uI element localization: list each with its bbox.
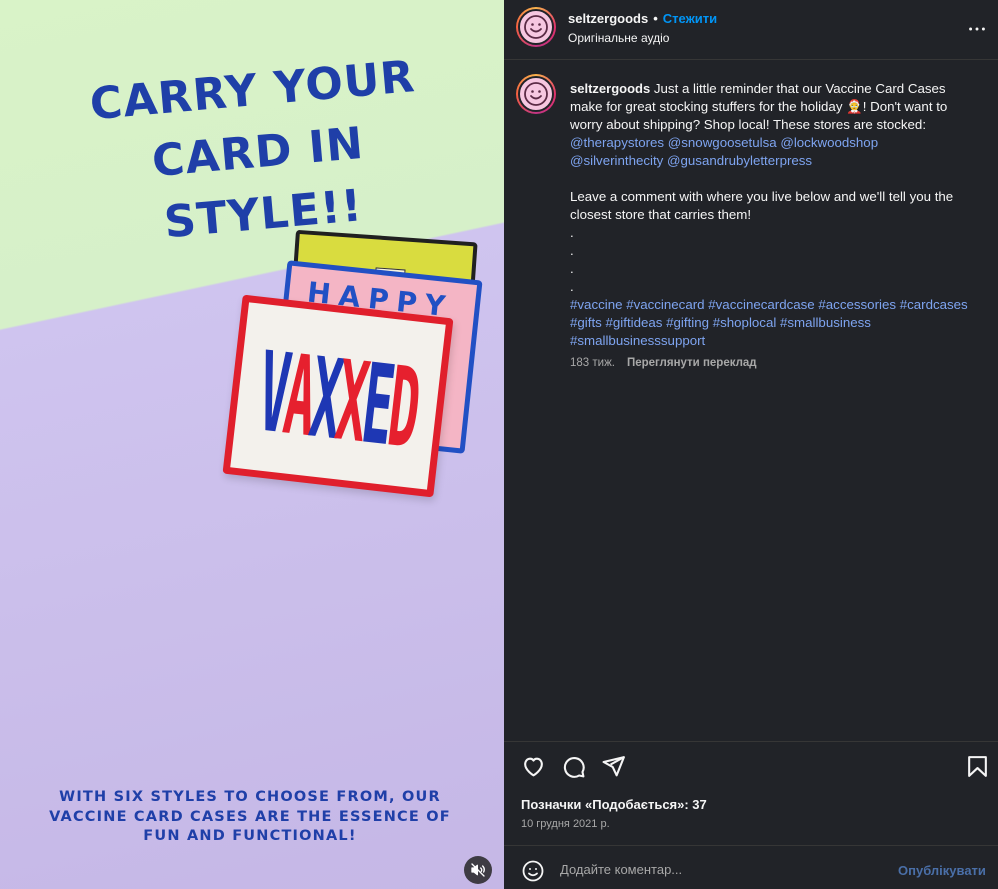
hashtag-link[interactable]: #vaccinecardcase [708, 297, 814, 312]
media-headline: CARRY YOUR CARD IN STYLE!! [87, 51, 418, 249]
header-divider [504, 59, 998, 60]
hashtag-link[interactable]: #cardcases [900, 297, 968, 312]
mention-link[interactable]: @therapystores [570, 135, 664, 150]
smiley-logo-icon [524, 15, 548, 39]
mention-link[interactable]: @snowgoosetulsa [668, 135, 777, 150]
like-button[interactable] [521, 754, 546, 784]
media-footline: WITH SIX STYLES TO CHOOSE FROM, OUR VACC… [49, 789, 451, 844]
share-icon [602, 756, 625, 777]
post-media[interactable]: CARRY YOUR CARD IN STYLE!! VAXXED HAPPY … [0, 0, 504, 889]
hashtag-link[interactable]: #vaccinecard [626, 297, 704, 312]
hashtag-link[interactable]: #smallbusinesssupport [570, 333, 705, 348]
caption-meta: 183 тиж. Переглянути переклад [570, 357, 757, 369]
emoji-icon [522, 860, 544, 882]
bookmark-icon [968, 756, 987, 777]
mention-link[interactable]: @gusandrubyletterpress [667, 153, 812, 168]
caption-text: Leave a comment with where you live belo… [570, 189, 954, 222]
card-vaxxed-word: VAXXED [232, 326, 443, 475]
comment-icon [563, 757, 585, 778]
publish-button[interactable]: Опублікувати [898, 863, 986, 878]
hashtag-link[interactable]: #shoplocal [713, 315, 777, 330]
separator-dot: • [653, 11, 658, 26]
hashtag-link[interactable]: #smallbusiness [780, 315, 871, 330]
hashtag-link[interactable]: #giftideas [606, 315, 663, 330]
actions-divider [504, 741, 998, 742]
caption-username[interactable]: seltzergoods [570, 81, 650, 96]
more-options-button[interactable] [966, 18, 988, 45]
comment-bar: Опублікувати [504, 846, 998, 889]
card-case-vaxxed: VAXXED [222, 294, 454, 498]
mention-link[interactable]: @lockwoodshop [780, 135, 878, 150]
mention-link[interactable]: @silverinthecity [570, 153, 663, 168]
see-translation-button[interactable]: Переглянути переклад [627, 357, 757, 369]
original-audio-link[interactable]: Оригінальне аудіо [568, 31, 669, 45]
hashtag-link[interactable]: #accessories [818, 297, 896, 312]
caption-body: seltzergoods Just a little reminder that… [570, 80, 980, 350]
likes-count[interactable]: Позначки «Подобається»: 37 [521, 797, 707, 812]
post-age: 183 тиж. [570, 357, 615, 369]
caption-dot: . [570, 225, 574, 240]
follow-button[interactable]: Стежити [663, 11, 717, 26]
header-line: seltzergoods • Стежити [568, 11, 717, 26]
action-bar [504, 752, 998, 782]
hashtag-link[interactable]: #gifts [570, 315, 602, 330]
hashtag-list: #vaccine #vaccinecard #vaccinecardcase #… [570, 296, 980, 350]
avatar[interactable] [516, 7, 556, 47]
more-horizontal-icon [969, 27, 985, 31]
hashtag-link[interactable]: #vaccine [570, 297, 622, 312]
heart-icon [524, 757, 543, 777]
post-details-panel: seltzergoods • Стежити Оригінальне аудіо [504, 0, 998, 889]
caption-dot: . [570, 279, 574, 294]
mute-button[interactable] [464, 856, 492, 884]
smiley-logo-icon [524, 82, 548, 106]
username[interactable]: seltzergoods [568, 11, 648, 26]
caption-avatar[interactable] [516, 74, 556, 114]
comment-input[interactable] [560, 858, 880, 880]
save-button[interactable] [965, 754, 990, 784]
speaker-muted-icon [471, 863, 485, 877]
comment-button[interactable] [561, 754, 586, 784]
hashtag-link[interactable]: #gifting [666, 315, 709, 330]
share-button[interactable] [601, 754, 626, 784]
post-date: 10 грудня 2021 р. [521, 818, 610, 830]
caption-dot: . [570, 243, 574, 258]
emoji-button[interactable] [521, 859, 545, 888]
caption-dot: . [570, 261, 574, 276]
